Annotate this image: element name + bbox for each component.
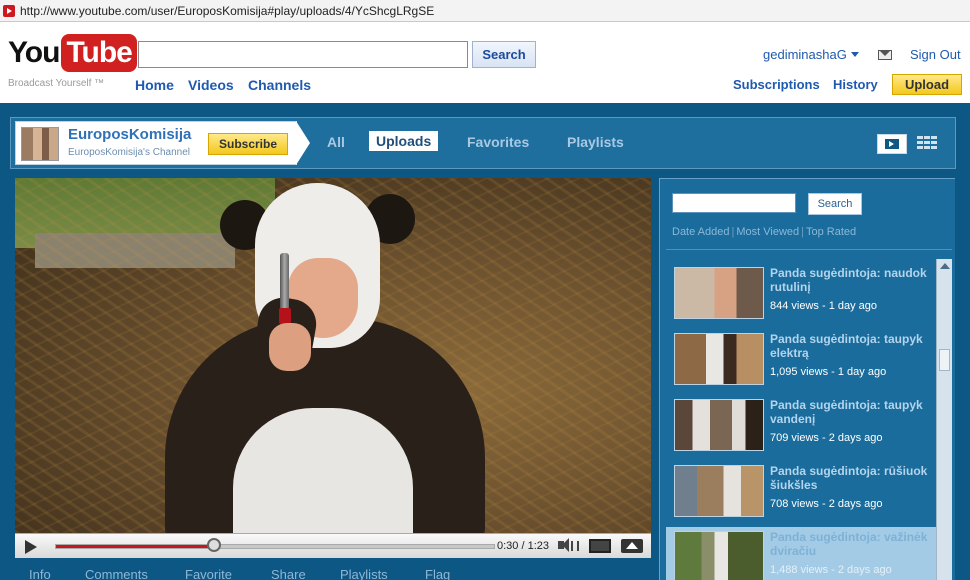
progress-bar[interactable]: [55, 544, 495, 549]
mail-icon[interactable]: [878, 50, 892, 60]
sort-date-added[interactable]: Date Added: [672, 226, 730, 238]
sort-links: Date Added | Most Viewed | Top Rated: [672, 226, 856, 238]
list-item[interactable]: Panda sugėdintoja: rūšiuok šiukšles 708 …: [666, 461, 936, 523]
search-button[interactable]: Search: [472, 41, 536, 68]
nav-videos[interactable]: Videos: [188, 77, 234, 93]
player-size-icon[interactable]: [589, 539, 611, 553]
username: gediminashaG: [763, 47, 847, 62]
video-meta: 1,095 views - 1 day ago: [770, 366, 887, 378]
tab-uploads[interactable]: Uploads: [369, 131, 439, 151]
channel-search-input[interactable]: [672, 193, 796, 213]
scroll-up-icon[interactable]: [940, 263, 950, 269]
uploads-sidebar: Search Date Added | Most Viewed | Top Rated …: [659, 178, 955, 580]
list-item-selected[interactable]: Panda sugėdintoja: važinėk dviračiu 1,48…: [666, 527, 936, 580]
nav-home[interactable]: Home: [135, 77, 174, 93]
volume-level-icon: [571, 541, 579, 551]
channel-name[interactable]: EuroposKomisija: [68, 126, 191, 143]
video-thumbnail[interactable]: [674, 531, 764, 580]
nav-channels[interactable]: Channels: [248, 77, 311, 93]
channel-search-button[interactable]: Search: [808, 193, 862, 215]
sign-out-link[interactable]: Sign Out: [910, 47, 961, 62]
progress-fill: [56, 545, 215, 548]
video-player[interactable]: [15, 178, 651, 533]
play-icon[interactable]: [25, 540, 37, 554]
tab-favorites[interactable]: Favorites: [467, 134, 529, 150]
playlists-tab[interactable]: Playlists: [340, 567, 388, 580]
address-bar[interactable]: http://www.youtube.com/user/EuroposKomis…: [0, 0, 970, 22]
user-menu[interactable]: gediminashaG: [763, 47, 859, 62]
flag-tab[interactable]: Flag: [425, 567, 450, 580]
tab-playlists[interactable]: Playlists: [567, 134, 624, 150]
video-title[interactable]: Panda sugėdintoja: taupyk vandenį: [770, 398, 930, 426]
youtube-logo[interactable]: You Tube: [8, 34, 137, 72]
search-input[interactable]: [138, 41, 468, 68]
logo-you-text: You: [8, 36, 60, 69]
volume-icon[interactable]: [558, 538, 569, 552]
knife-handle: [279, 308, 291, 324]
history-link[interactable]: History: [833, 77, 878, 92]
video-meta: 1,488 views - 2 days ago: [770, 564, 892, 576]
channel-subtitle[interactable]: EuroposKomisija's Channel: [68, 147, 190, 158]
list-item[interactable]: Panda sugėdintoja: naudok rutulinį 844 v…: [666, 263, 936, 325]
video-thumbnail[interactable]: [674, 465, 764, 517]
tab-all[interactable]: All: [327, 134, 345, 150]
video-title[interactable]: Panda sugėdintoja: naudok rutulinį: [770, 266, 930, 294]
comments-tab[interactable]: Comments: [85, 567, 148, 580]
site-header: You Tube Broadcast Yourself ™ Search Hom…: [0, 22, 970, 102]
video-list-scrollbar[interactable]: [936, 259, 952, 580]
channel-card: EuroposKomisija EuroposKomisija's Channe…: [15, 121, 297, 165]
tagline: Broadcast Yourself ™: [8, 78, 105, 89]
video-meta: 708 views - 2 days ago: [770, 498, 883, 510]
child-hand: [269, 323, 311, 371]
scroll-thumb[interactable]: [939, 349, 950, 371]
video-thumbnail[interactable]: [674, 267, 764, 319]
channel-page: EuroposKomisija EuroposKomisija's Channe…: [0, 103, 970, 580]
sort-separator: |: [801, 226, 804, 238]
address-url[interactable]: http://www.youtube.com/user/EuroposKomis…: [20, 4, 434, 18]
chevron-down-icon: [850, 52, 859, 57]
channel-avatar[interactable]: [21, 127, 59, 161]
info-tabs: Info Comments Favorite Share Playlists F…: [15, 563, 651, 580]
video-meta: 709 views - 2 days ago: [770, 432, 883, 444]
subscribe-button[interactable]: Subscribe: [208, 133, 288, 155]
channel-card-arrow: [296, 121, 310, 165]
video-thumbnail[interactable]: [674, 333, 764, 385]
time-display: 0:30 / 1:23: [497, 540, 549, 552]
player-view-icon: [885, 139, 899, 149]
video-meta: 844 views - 1 day ago: [770, 300, 878, 312]
logo-tube-text: Tube: [61, 34, 137, 72]
video-title[interactable]: Panda sugėdintoja: rūšiuok šiukšles: [770, 464, 930, 492]
channel-bar: EuroposKomisija EuroposKomisija's Channe…: [10, 117, 956, 169]
player-view-button[interactable]: [877, 134, 907, 154]
list-item[interactable]: Panda sugėdintoja: taupyk vandenį 709 vi…: [666, 395, 936, 457]
video-title[interactable]: Panda sugėdintoja: važinėk dviračiu: [770, 530, 930, 558]
sort-top-rated[interactable]: Top Rated: [806, 226, 856, 238]
video-list: Panda sugėdintoja: naudok rutulinį 844 v…: [666, 259, 936, 580]
upload-button[interactable]: Upload: [892, 74, 962, 95]
youtube-favicon-icon: [3, 4, 15, 17]
subscriptions-link[interactable]: Subscriptions: [733, 77, 820, 92]
favorite-tab[interactable]: Favorite: [185, 567, 232, 580]
share-tab[interactable]: Share: [271, 567, 306, 580]
sort-separator: |: [731, 226, 735, 238]
player-controls: 0:30 / 1:23: [15, 533, 651, 558]
grid-view-icon[interactable]: [917, 136, 937, 150]
info-tab[interactable]: Info: [29, 567, 51, 580]
sidebar-divider: [666, 249, 952, 250]
scrubber-handle[interactable]: [206, 538, 221, 552]
sort-most-viewed[interactable]: Most Viewed: [736, 226, 799, 238]
fullscreen-icon[interactable]: [621, 539, 643, 553]
list-item[interactable]: Panda sugėdintoja: taupyk elektrą 1,095 …: [666, 329, 936, 391]
video-title[interactable]: Panda sugėdintoja: taupyk elektrą: [770, 332, 930, 360]
video-thumbnail[interactable]: [674, 399, 764, 451]
